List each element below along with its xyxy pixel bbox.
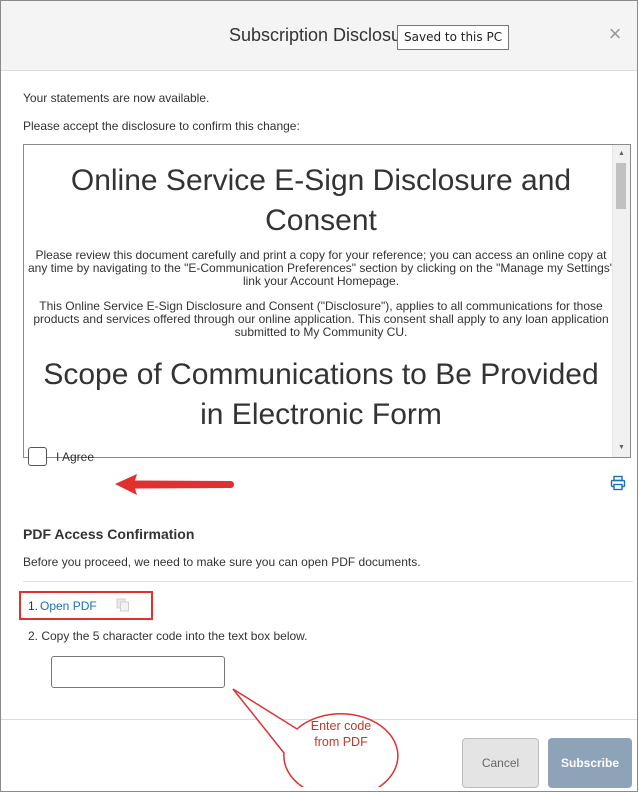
agree-label: I Agree	[56, 450, 95, 464]
dialog-header: Subscription Disclosure Saved to this PC…	[1, 1, 637, 71]
scroll-down-arrow-icon[interactable]: ▼	[613, 441, 630, 455]
scroll-up-arrow-icon[interactable]: ▲	[613, 147, 630, 161]
pdf-access-description: Before you proceed, we need to make sure…	[23, 555, 421, 569]
section-divider	[23, 581, 633, 582]
document-paragraph-1: Please review this document carefully an…	[28, 248, 614, 288]
subscription-dialog: Subscription Disclosure Saved to this PC…	[0, 0, 638, 792]
intro-line-1: Your statements are now available.	[23, 91, 210, 105]
red-arrow-annotation-icon	[115, 474, 234, 495]
scroll-thumb[interactable]	[616, 163, 626, 209]
document-scrollbar[interactable]: ▲ ▼	[612, 145, 630, 457]
saved-tooltip: Saved to this PC	[397, 25, 510, 50]
document-paragraph-2: This Online Service E-Sign Disclosure an…	[33, 299, 609, 339]
cancel-button[interactable]: Cancel	[462, 738, 539, 788]
document-heading-1: Online Service E-Sign Disclosure and Con…	[70, 164, 572, 237]
intro-line-2: Please accept the disclosure to confirm …	[23, 119, 300, 133]
step-2-instruction: 2. Copy the 5 character code into the te…	[28, 629, 308, 643]
agree-checkbox[interactable]	[28, 447, 47, 466]
disclosure-document-content: Online Service E-Sign Disclosure and Con…	[28, 145, 614, 443]
disclosure-document-frame[interactable]: Online Service E-Sign Disclosure and Con…	[23, 144, 631, 458]
document-heading-2: Scope of Communications to Be Provided i…	[43, 358, 599, 431]
pdf-code-input[interactable]	[51, 656, 225, 688]
copy-icon[interactable]	[116, 598, 130, 612]
close-icon[interactable]: ×	[605, 23, 625, 45]
step-1-number: 1.	[28, 599, 39, 613]
subscribe-button[interactable]: Subscribe	[548, 738, 632, 788]
pdf-access-title: PDF Access Confirmation	[23, 526, 195, 542]
callout-text: Enter code from PDF	[310, 719, 372, 749]
open-pdf-link[interactable]: Open PDF	[40, 599, 97, 613]
print-icon[interactable]	[610, 475, 626, 491]
dialog-title: Subscription Disclosure	[229, 25, 399, 45]
